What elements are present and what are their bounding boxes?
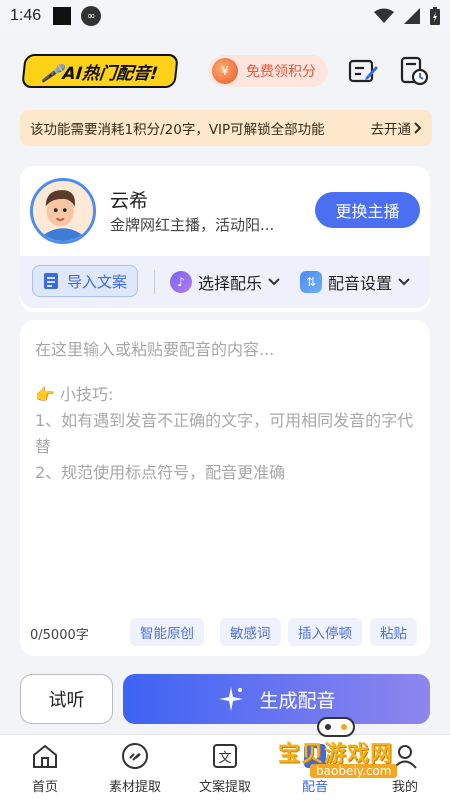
status-bar: 1:46 ∞ xyxy=(0,0,450,32)
editor-placeholder: 在这里输入或粘贴要配音的内容... xyxy=(35,340,275,359)
free-points-label: 免费领积分 xyxy=(246,64,316,80)
history-icon xyxy=(400,56,429,86)
host-avatar xyxy=(30,178,96,244)
edit-icon xyxy=(348,59,378,83)
home-icon xyxy=(30,741,60,771)
wifi-icon xyxy=(374,8,394,23)
user-icon xyxy=(390,741,420,771)
app-logo: 🎤AI热门配音! xyxy=(21,54,179,88)
link-icon xyxy=(120,741,150,771)
change-host-button[interactable]: 更换主播 xyxy=(315,192,420,228)
host-description: 金牌网红主播，活动阳... xyxy=(110,216,275,234)
edit-notes-button[interactable] xyxy=(347,55,379,87)
tips-block: 👉 小技巧: 1、如有遇到发音不正确的文字，可用相同发音的字代替 2、规范使用标… xyxy=(35,382,425,486)
import-text-label: 导入文案 xyxy=(66,272,127,291)
battery-icon xyxy=(430,7,440,25)
history-button[interactable] xyxy=(398,55,430,87)
music-note-icon: ♪ xyxy=(170,271,192,293)
char-counter: 0/5000字 xyxy=(30,628,89,643)
smart-original-button[interactable]: 智能原创 xyxy=(130,618,204,646)
status-time: 1:46 xyxy=(10,7,42,24)
tab-mine[interactable]: 我的 xyxy=(360,735,450,800)
chevron-down-icon xyxy=(398,278,410,286)
open-vip-link[interactable]: 去开通 xyxy=(371,118,423,138)
tab-text-extract-label: 文案提取 xyxy=(198,780,251,795)
text-editor[interactable]: 在这里输入或粘贴要配音的内容... 👉 小技巧: 1、如有遇到发音不正确的文字，… xyxy=(20,320,430,656)
notice-text: 该功能需要消耗1积分/20字，VIP可解锁全部功能 xyxy=(30,122,325,138)
preview-listen-button[interactable]: 试听 xyxy=(20,674,113,724)
paste-button[interactable]: 粘贴 xyxy=(370,618,417,646)
vip-notice-bar[interactable]: 该功能需要消耗1积分/20字，VIP可解锁全部功能 去开通 xyxy=(20,110,432,146)
voice-settings-label: 配音设置 xyxy=(328,274,393,293)
chevron-right-icon xyxy=(414,122,422,134)
text-doc-icon: 文 xyxy=(210,741,240,771)
voice-settings-dropdown[interactable]: ⇅ 配音设置 xyxy=(300,270,410,294)
bottom-tab-bar: 首页 素材提取 文 文案提取 配音 我的 xyxy=(0,734,450,800)
coin-bag-icon: ¥ xyxy=(212,58,238,84)
chevron-down-icon xyxy=(268,278,280,286)
tab-text-extract[interactable]: 文 文案提取 xyxy=(180,735,270,800)
app-notification-icon: ∞ xyxy=(81,6,102,26)
select-music-dropdown[interactable]: ♪ 选择配乐 xyxy=(170,270,280,294)
tab-dubbing[interactable]: 配音 xyxy=(270,735,360,800)
tab-dubbing-label: 配音 xyxy=(301,780,328,795)
host-card: 云希 金牌网红主播，活动阳... 更换主播 导入文案 ♪ 选择配乐 ⇅ 配音设置 xyxy=(20,166,430,312)
select-music-label: 选择配乐 xyxy=(198,274,263,293)
open-vip-label: 去开通 xyxy=(370,122,412,138)
tab-mine-label: 我的 xyxy=(391,780,418,795)
insert-pause-button[interactable]: 插入停顿 xyxy=(288,618,362,646)
tab-material-extract[interactable]: 素材提取 xyxy=(90,735,180,800)
free-points-button[interactable]: ¥ 免费领积分 xyxy=(208,55,328,87)
import-text-button[interactable]: 导入文案 xyxy=(32,265,138,297)
tab-material-extract-label: 素材提取 xyxy=(108,780,161,795)
svg-text:文: 文 xyxy=(218,751,231,766)
tab-home[interactable]: 首页 xyxy=(0,735,90,800)
mic-icon xyxy=(300,741,330,771)
generate-voice-button[interactable]: 生成配音 xyxy=(123,674,430,724)
tab-home-label: 首页 xyxy=(31,780,58,795)
tips-title: 👉 小技巧: xyxy=(35,385,114,404)
notification-square-icon xyxy=(53,7,72,25)
tip-item: 1、如有遇到发音不正确的文字，可用相同发音的字代替 xyxy=(35,411,414,456)
host-name: 云希 xyxy=(110,190,149,212)
top-bar: 🎤AI热门配音! ¥ 免费领积分 xyxy=(0,40,450,100)
document-icon xyxy=(43,273,58,289)
tip-item: 2、规范使用标点符号，配音更准确 xyxy=(35,463,286,482)
generate-voice-label: 生成配音 xyxy=(259,689,336,712)
signal-icon xyxy=(404,8,420,24)
sparkle-icon xyxy=(219,687,244,711)
tool-divider xyxy=(154,270,155,294)
tool-row: 导入文案 ♪ 选择配乐 ⇅ 配音设置 xyxy=(20,256,430,308)
sensitive-words-button[interactable]: 敏感词 xyxy=(220,618,281,646)
cartoon-face-icon xyxy=(33,181,93,241)
settings-sliders-icon: ⇅ xyxy=(300,271,322,293)
